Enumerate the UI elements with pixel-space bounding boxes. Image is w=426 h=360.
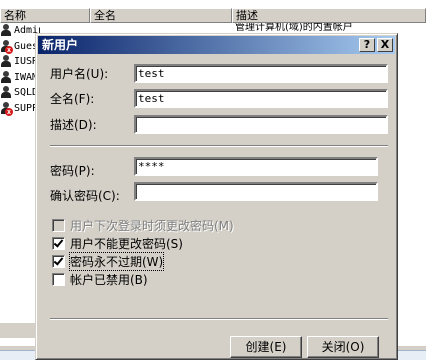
- checkbox-box[interactable]: [52, 237, 65, 250]
- list-item[interactable]: SQLD: [0, 85, 40, 101]
- checkbox-label[interactable]: 密码永不过期(W): [68, 252, 165, 271]
- checkbox-box[interactable]: [52, 273, 65, 286]
- checkbox-label[interactable]: 帐户已禁用(B): [70, 271, 148, 288]
- create-button[interactable]: 创建(E): [230, 336, 302, 358]
- dialog-titlebar[interactable]: 新用户 ? X: [38, 36, 395, 54]
- cannot-change-password-checkbox[interactable]: 用户不能更改密码(S): [52, 236, 183, 251]
- user-icon: [0, 86, 12, 99]
- checkbox-box: [52, 219, 65, 232]
- fullname-label: 全名(F):: [50, 92, 95, 106]
- list-item[interactable]: x Guest: [0, 39, 40, 55]
- help-button[interactable]: ?: [359, 38, 375, 52]
- list-item[interactable]: IWAM: [0, 70, 40, 86]
- column-header-name[interactable]: 名称: [0, 8, 90, 23]
- close-icon[interactable]: X: [377, 38, 393, 52]
- confirm-password-label: 确认密码(C):: [50, 189, 120, 203]
- list-header: 名称 全名 描述: [0, 8, 426, 23]
- separator: [50, 145, 388, 147]
- column-header-description[interactable]: 描述: [232, 8, 426, 23]
- new-user-dialog: 新用户 ? X 用户名(U): test 全名(F): test 描述(D): …: [35, 33, 398, 360]
- account-disabled-checkbox[interactable]: 帐户已禁用(B): [52, 272, 148, 287]
- dialog-title: 新用户: [42, 38, 79, 52]
- list-item[interactable]: x SUPP: [0, 101, 40, 117]
- password-label: 密码(P):: [50, 164, 95, 178]
- fullname-field[interactable]: test: [134, 89, 388, 108]
- user-icon: [0, 24, 12, 37]
- disabled-user-icon: x: [0, 101, 13, 116]
- checkbox-label: 用户下次登录时须更改密码(M): [70, 219, 234, 233]
- column-header-fullname[interactable]: 全名: [90, 8, 232, 23]
- password-never-expires-checkbox[interactable]: 密码永不过期(W): [52, 252, 165, 271]
- close-button[interactable]: 关闭(O): [307, 336, 379, 358]
- user-icon: [0, 55, 12, 68]
- list-item[interactable]: Administr: [0, 23, 40, 39]
- user-icon: [0, 70, 12, 84]
- checkbox-box[interactable]: [52, 255, 65, 268]
- password-field[interactable]: ****: [134, 157, 378, 176]
- username-field[interactable]: test: [134, 64, 388, 83]
- description-field[interactable]: [134, 115, 388, 134]
- description-label: 描述(D):: [50, 118, 97, 132]
- checkbox-label[interactable]: 用户不能更改密码(S): [70, 235, 183, 252]
- list-item[interactable]: IUSR: [0, 54, 40, 70]
- confirm-password-field[interactable]: [134, 182, 378, 201]
- user-rows: Administr x Guest IUSR IWAM SQLD x SUPP: [0, 23, 40, 116]
- disabled-user-icon: x: [0, 39, 13, 54]
- username-label: 用户名(U):: [50, 67, 109, 81]
- list-item-description: 管理计算机(域)的内置帐户: [235, 23, 353, 33]
- must-change-password-checkbox: 用户下次登录时须更改密码(M): [52, 218, 234, 233]
- separator: [50, 318, 388, 320]
